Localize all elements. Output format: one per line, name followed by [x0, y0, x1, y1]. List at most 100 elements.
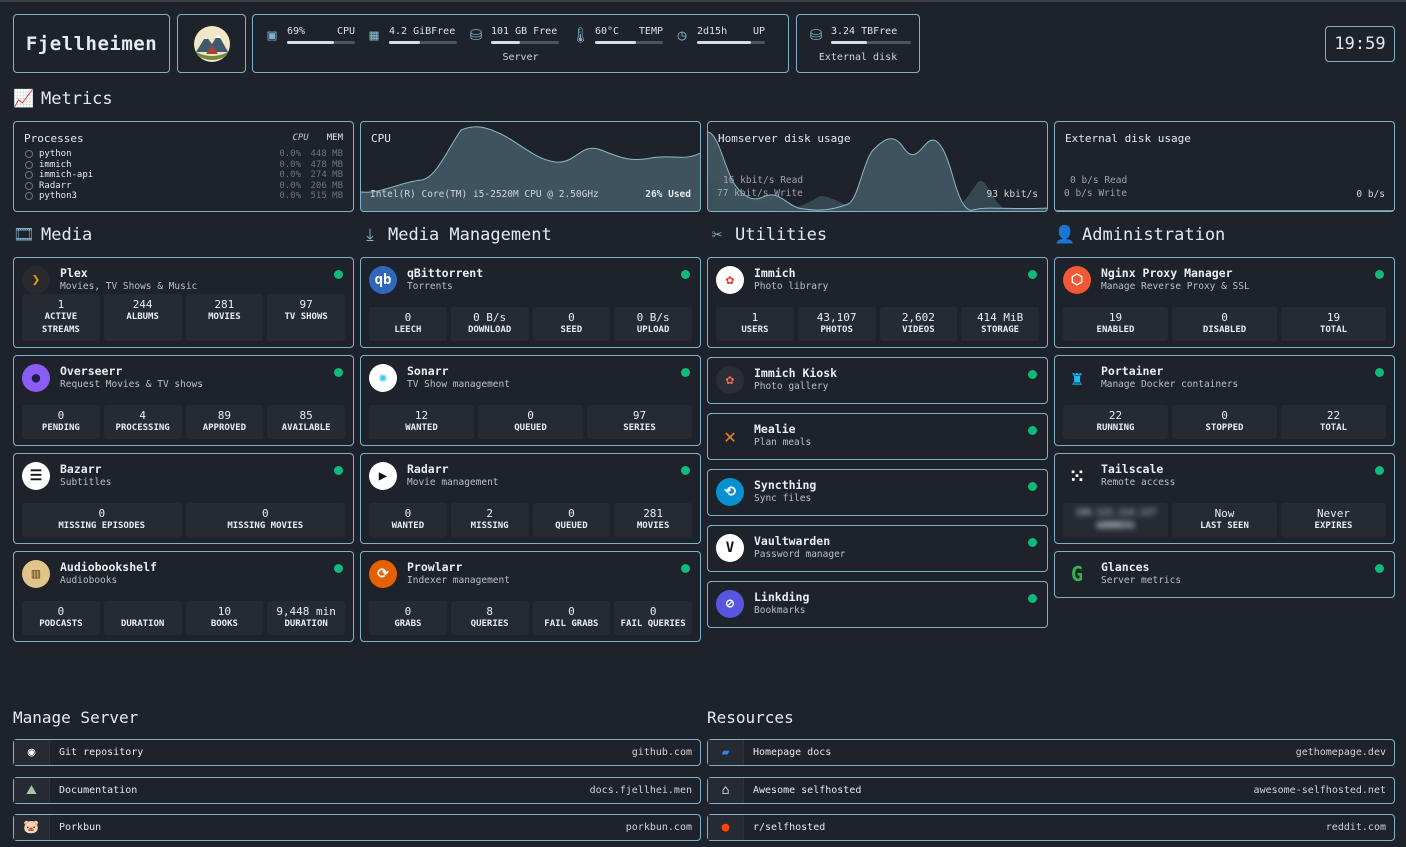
- bookmark-name: Awesome selfhosted: [753, 784, 862, 796]
- resources-title: Resources: [707, 708, 794, 727]
- service-stats: 19 ENABLED 0 DISABLED 19 TOTAL: [1063, 307, 1386, 341]
- service-card-linkding[interactable]: ⊘ Linkding Bookmarks: [707, 581, 1048, 628]
- stat-block: 85 AVAILABLE: [267, 405, 345, 439]
- external-disk-usage-widget[interactable]: External disk usage 0 b/s Read 0 b/s Writ…: [1054, 121, 1395, 212]
- stat-value: 85: [299, 409, 313, 422]
- service-card-overseerr[interactable]: ● Overseerr Request Movies & TV shows 0 PEND…: [13, 355, 354, 446]
- cpu-graph-widget[interactable]: CPU Intel(R) Core(TM) i5-2520M CPU @ 2.5…: [360, 121, 701, 212]
- service-card-mealie[interactable]: ✕ Mealie Plan meals: [707, 413, 1048, 460]
- stat-value: 281: [643, 507, 664, 520]
- service-description: Photo gallery: [754, 381, 829, 392]
- bookmark-r-selfhosted[interactable]: ● r/selfhosted reddit.com: [707, 814, 1395, 841]
- stat-value: 2: [486, 507, 493, 520]
- stat-label: DURATION: [284, 619, 328, 629]
- stat-block: 1 USERS: [716, 307, 794, 341]
- status-ring-icon: [25, 160, 33, 169]
- bookmark-awesome-selfhosted[interactable]: ⌂ Awesome selfhosted awesome-selfhosted.ne…: [707, 776, 1395, 804]
- service-card-immich-kiosk[interactable]: ✿ Immich Kiosk Photo gallery: [707, 357, 1048, 404]
- service-card-sonarr[interactable]: ✺ Sonarr TV Show management 12 WANTED 0 QUEUED…: [360, 355, 701, 446]
- service-card-qbittorrent[interactable]: qb qBittorrent Torrents 0 LEECH 0 B/s DOWNLOAD…: [360, 257, 701, 348]
- stat-label: WANTED: [405, 423, 438, 433]
- chart-line-icon: 📈: [13, 89, 35, 109]
- stat-block: 100.123.114.127 ADDRESS: [1063, 503, 1168, 537]
- service-card-plex[interactable]: ❯ Plex Movies, TV Shows & Music 1 ACTIVE STR…: [13, 257, 354, 348]
- stat-label: ADDRESS: [1096, 521, 1135, 531]
- service-header: ▶ Radarr Movie management: [369, 462, 692, 490]
- process-mem: 206 MB: [310, 180, 343, 191]
- stat-value: 97: [299, 298, 313, 311]
- stat-block: 414 MiB STORAGE: [961, 307, 1039, 341]
- status-dot: [681, 466, 690, 475]
- service-name: Bazarr: [60, 462, 102, 476]
- status-dot: [334, 564, 343, 573]
- section-media: 🎞 Media: [13, 225, 93, 245]
- external-disk-resource: ⛁ 3.24 TBFree: [807, 26, 911, 44]
- service-name: Mealie: [754, 422, 796, 436]
- service-card-vaultwarden[interactable]: V Vaultwarden Password manager: [707, 525, 1048, 572]
- service-stats: 1 ACTIVE STREAMS 244 ALBUMS 281 MOVIES 97 TV SH…: [22, 294, 345, 341]
- stat-value: 0: [1221, 311, 1228, 324]
- service-description: Photo library: [754, 281, 829, 292]
- service-name: Linkding: [754, 590, 810, 604]
- process-mem: 515 MB: [310, 191, 343, 202]
- stat-label: TV SHOWS: [284, 312, 328, 322]
- service-description: Torrents: [407, 281, 453, 292]
- stat-label: MISSING EPISODES: [58, 521, 146, 531]
- stat-block: Never EXPIRES: [1281, 503, 1386, 537]
- process-cpu: 0.0%: [279, 149, 301, 160]
- service-header: ✕ Mealie Plan meals: [716, 422, 1039, 450]
- manage-server-title: Manage Server: [13, 708, 139, 727]
- process-cpu: 0.0%: [279, 191, 301, 202]
- process-name: Radarr: [39, 180, 72, 191]
- service-card-audiobookshelf[interactable]: ▥ Audiobookshelf Audiobooks 0 PODCASTS DURAT…: [13, 551, 354, 642]
- service-card-nginx-proxy-manager[interactable]: ⬡ Nginx Proxy Manager Manage Reverse Proxy…: [1054, 257, 1395, 348]
- server-resources-widget: ▣ 69% CPU ▦ 4.2 GiBFree ⛁ 101 GB Free 🌡 6…: [252, 14, 789, 73]
- status-ring-icon: [25, 192, 33, 201]
- service-stats: 100.123.114.127 ADDRESS Now LAST SEEN Never E…: [1063, 503, 1386, 537]
- service-card-immich[interactable]: ✿ Immich Photo library 1 USERS 43,107 PHOTOS 2,…: [707, 257, 1048, 348]
- stat-label: RUNNING: [1096, 423, 1135, 433]
- bookmark-homepage-docs[interactable]: ▰ Homepage docs gethomepage.dev: [707, 739, 1395, 766]
- homeserver-disk-widget[interactable]: Homserver disk usage 16 kbit/s Read 77 kb…: [707, 121, 1048, 212]
- bookmark-git-repository[interactable]: ◉ Git repository github.com: [13, 739, 701, 766]
- stat-block: 10 BOOKS: [185, 601, 264, 635]
- service-card-prowlarr[interactable]: ⟳ Prowlarr Indexer management 0 GRABS 8 QUERIE…: [360, 551, 701, 642]
- status-dot: [334, 368, 343, 377]
- status-dot: [334, 270, 343, 279]
- service-card-tailscale[interactable]: ⁙ Tailscale Remote access 100.123.114.127 AD…: [1054, 453, 1395, 544]
- bookmark-host: awesome-selfhosted.net: [1253, 784, 1386, 796]
- stat-value: 8: [486, 605, 493, 618]
- qbittorrent-icon: qb: [369, 266, 397, 294]
- stat-value: 0: [57, 605, 65, 618]
- download-icon: ⤓: [366, 225, 374, 245]
- stat-label: EXPIRES: [1314, 521, 1353, 531]
- bookmark-documentation[interactable]: ⛰ Documentation docs.fjellhei.men: [13, 776, 701, 804]
- portainer-icon: ♜: [1070, 366, 1084, 390]
- bookmark-porkbun[interactable]: 🐷 Porkbun porkbun.com: [13, 814, 701, 841]
- service-header: ⬡ Nginx Proxy Manager Manage Reverse Proxy…: [1063, 266, 1386, 294]
- service-header: ☰ Bazarr Subtitles: [22, 462, 345, 490]
- disk-bar: [491, 41, 559, 44]
- service-name: Immich Kiosk: [754, 366, 838, 380]
- service-stats: 22 RUNNING 0 STOPPED 22 TOTAL: [1063, 405, 1386, 439]
- service-name: Audiobookshelf: [60, 560, 157, 574]
- stat-block: 0 GRABS: [369, 601, 447, 635]
- service-card-bazarr[interactable]: ☰ Bazarr Subtitles 0 MISSING EPISODES 0 MISSIN…: [13, 453, 354, 544]
- stat-label: DURATION: [120, 619, 165, 629]
- service-card-syncthing[interactable]: ⟲ Syncthing Sync files: [707, 469, 1048, 516]
- status-dot: [681, 368, 690, 377]
- status-dot: [1028, 594, 1037, 603]
- process-row: immich 0.0% 478 MB: [25, 160, 343, 171]
- syncthing-icon: ⟲: [716, 478, 744, 506]
- service-name: Portainer: [1101, 364, 1164, 378]
- processes-widget[interactable]: Processes CPU MEM python 0.0% 448 MB immich 0…: [13, 121, 354, 212]
- service-card-portainer[interactable]: ♜ Portainer Manage Docker containers 22 RUNN…: [1054, 355, 1395, 446]
- stat-block: 97 TV SHOWS: [267, 294, 345, 341]
- service-card-glances[interactable]: G Glances Server metrics: [1054, 551, 1395, 598]
- service-description: Movie management: [407, 477, 499, 488]
- temp-resource: 🌡 60°C TEMP: [571, 26, 663, 44]
- prowlarr-icon: ⟳: [369, 560, 397, 588]
- bookmark-name: r/selfhosted: [753, 822, 826, 833]
- service-card-radarr[interactable]: ▶ Radarr Movie management 0 WANTED 2 MISSING 0 Q…: [360, 453, 701, 544]
- stat-label: STORAGE: [981, 325, 1020, 335]
